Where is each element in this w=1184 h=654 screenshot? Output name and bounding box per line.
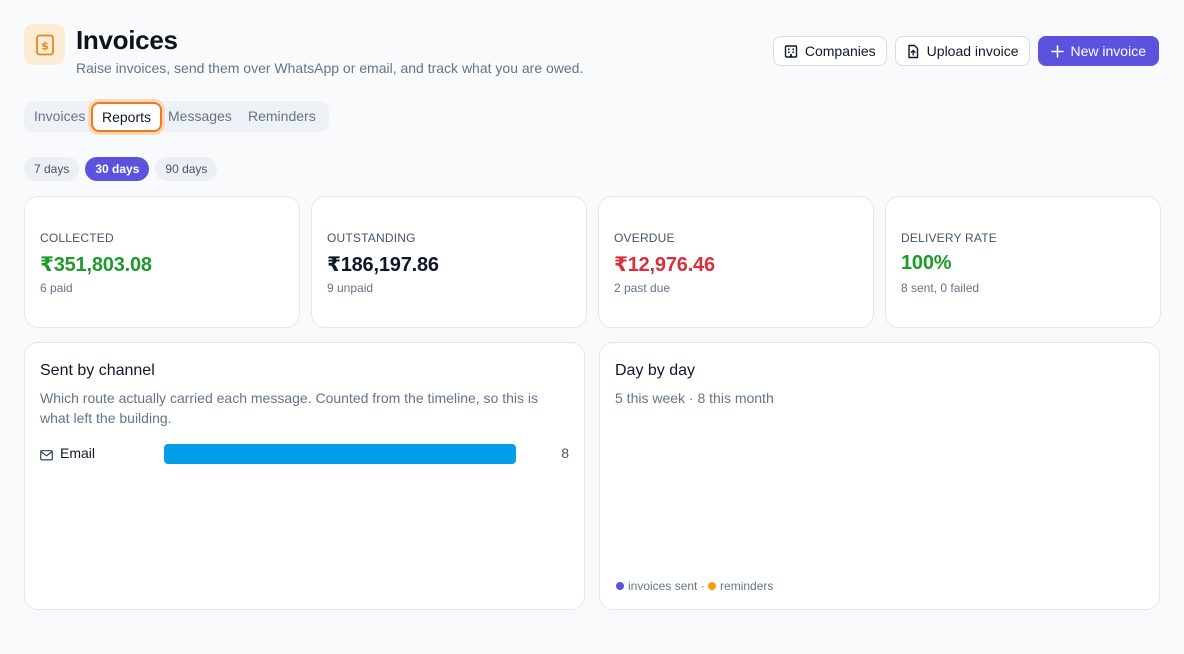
stat-value: ₹186,197.86 — [327, 254, 439, 276]
channel-row-email: Email 8 — [40, 444, 569, 464]
file-upload-icon — [906, 44, 920, 59]
header-actions: Companies Upload invoice New invoice — [772, 36, 1159, 66]
svg-text:$: $ — [41, 39, 49, 52]
stat-sub: 9 unpaid — [327, 281, 374, 295]
plus-icon — [1050, 44, 1064, 58]
page-title: Invoices — [76, 25, 178, 55]
range-selector: 7 days 30 days 90 days — [24, 157, 218, 181]
invoice-icon: $ — [24, 24, 65, 65]
channel-label: Email — [60, 445, 96, 461]
page-header: $ Invoices Raise invoices, send them ove… — [24, 24, 1159, 80]
channel-bar-email — [164, 444, 516, 464]
tab-invoices[interactable]: Invoices — [34, 101, 85, 132]
building-icon — [784, 44, 798, 58]
panel-description-line: Which route actually carried each messag… — [40, 390, 539, 406]
page-subtitle: Raise invoices, send them over WhatsApp … — [76, 60, 584, 76]
companies-button-label: Companies — [804, 43, 876, 59]
stat-sub: 8 sent, 0 failed — [901, 281, 980, 295]
stat-value: ₹351,803.08 — [40, 254, 152, 276]
new-invoice-label: New invoice — [1070, 43, 1146, 59]
new-invoice-button[interactable]: New invoice — [1037, 36, 1159, 66]
tab-reports[interactable]: Reports — [91, 102, 163, 132]
legend-dot-invoices — [616, 582, 624, 590]
legend-separator: · — [697, 579, 709, 593]
stat-card-outstanding: OUTSTANDING ₹186,197.86 9 unpaid — [311, 196, 587, 328]
panel-description-line: what left the building. — [40, 410, 172, 426]
stat-value: ₹12,976.46 — [614, 254, 715, 276]
panel-description: Which route actually carried each messag… — [40, 388, 538, 428]
channel-count: 8 — [561, 445, 569, 461]
stat-card-delivery-rate: DELIVERY RATE 100% 8 sent, 0 failed — [885, 196, 1161, 328]
panel-title: Day by day — [615, 362, 696, 379]
stat-sub: 6 paid — [40, 281, 73, 295]
day-by-day-panel: Day by day 5 this week · 8 this month in… — [599, 342, 1160, 610]
stat-card-overdue: OVERDUE ₹12,976.46 2 past due — [598, 196, 874, 328]
stat-label: OUTSTANDING — [327, 231, 416, 245]
stat-value: 100% — [901, 252, 952, 274]
range-30-days[interactable]: 30 days — [85, 157, 150, 181]
range-90-days[interactable]: 90 days — [155, 157, 218, 181]
companies-button[interactable]: Companies — [772, 36, 887, 66]
panel-title: Sent by channel — [40, 362, 155, 379]
stat-label: COLLECTED — [40, 231, 114, 245]
day-summary: 5 this week · 8 this month — [615, 390, 774, 406]
channel-bar-track — [164, 444, 516, 464]
upload-invoice-label: Upload invoice — [926, 43, 1019, 59]
stat-label: OVERDUE — [614, 231, 675, 245]
legend-label: invoices sent — [628, 579, 698, 593]
range-7-days[interactable]: 7 days — [24, 157, 80, 181]
section-tabs: Invoices Reports Messages Reminders — [24, 101, 329, 132]
stat-label: DELIVERY RATE — [901, 231, 997, 245]
upload-invoice-button[interactable]: Upload invoice — [894, 36, 1030, 66]
legend-label: reminders — [720, 579, 774, 593]
tab-messages[interactable]: Messages — [168, 101, 232, 132]
sent-by-channel-panel: Sent by channel Which route actually car… — [24, 342, 585, 610]
stat-card-collected: COLLECTED ₹351,803.08 6 paid — [24, 196, 300, 328]
legend-dot-reminders — [708, 582, 717, 590]
stat-sub: 2 past due — [614, 281, 671, 295]
chart-legend: invoices sent · reminders — [616, 579, 773, 593]
mail-icon — [40, 448, 53, 466]
tab-reminders[interactable]: Reminders — [248, 101, 316, 132]
